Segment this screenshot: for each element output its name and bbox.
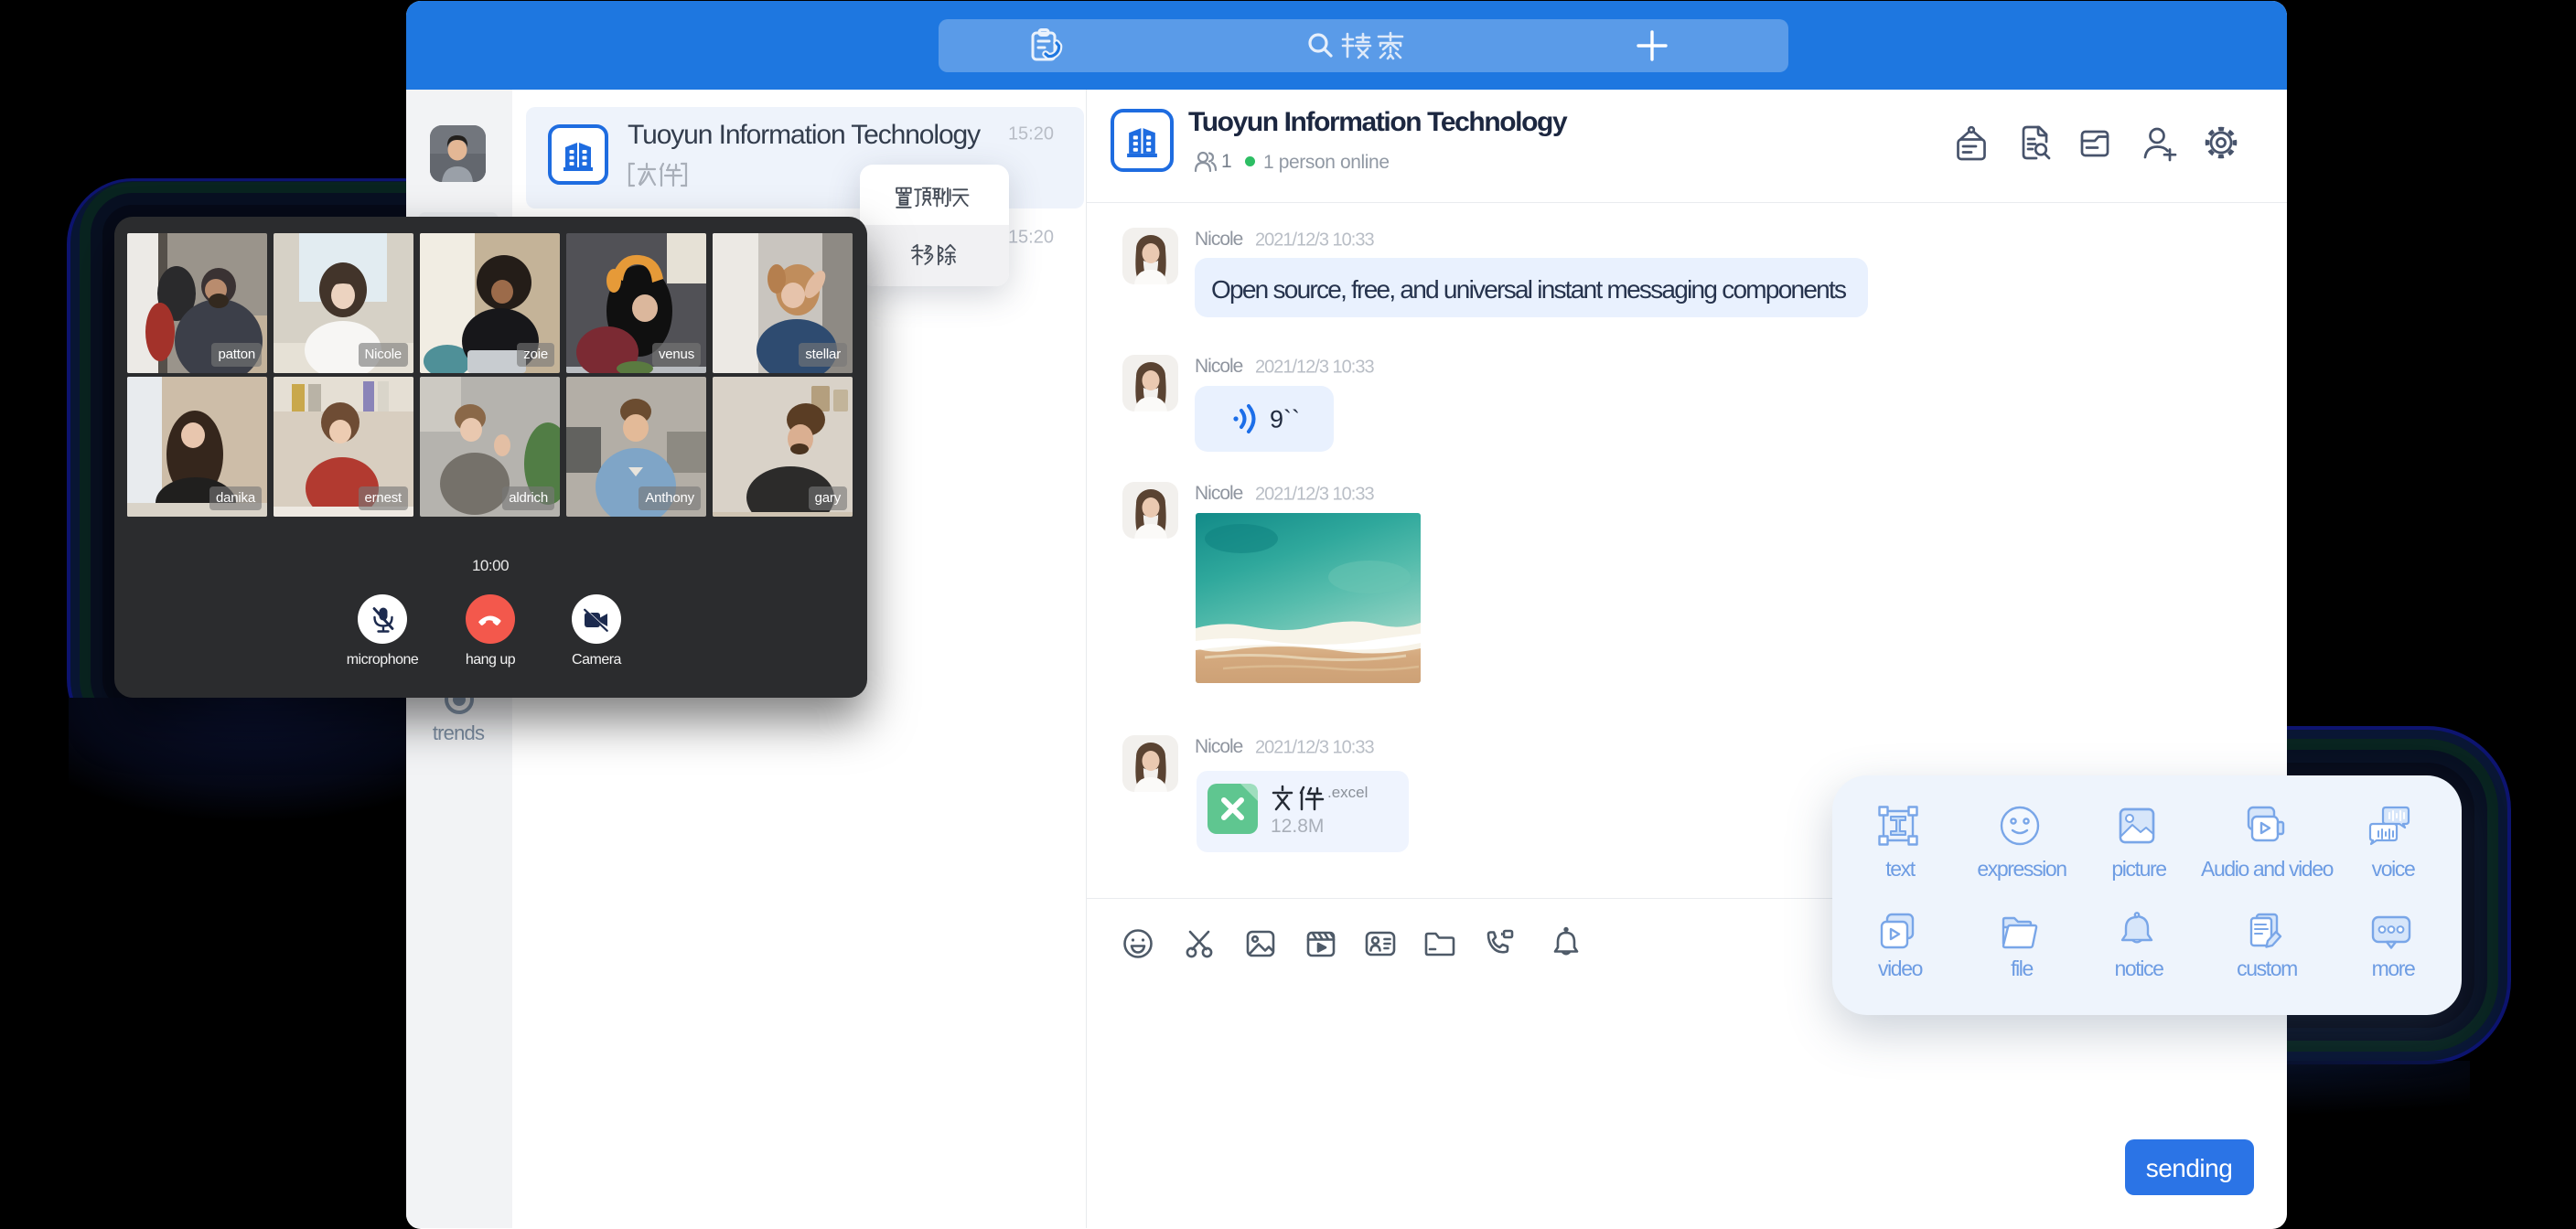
svg-text:.excel: .excel: [1327, 785, 1368, 801]
